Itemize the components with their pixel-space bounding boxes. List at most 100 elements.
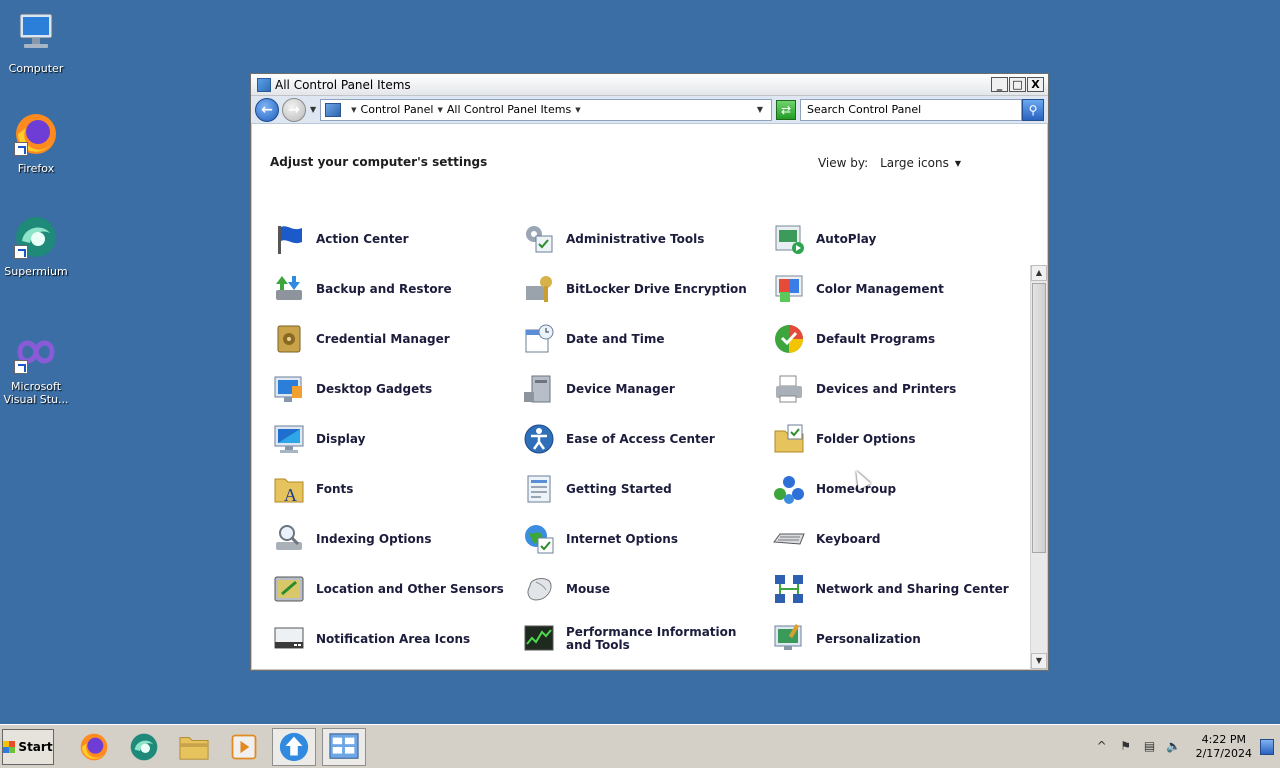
globe-icon (522, 522, 556, 556)
shortcut-arrow-icon (14, 245, 28, 259)
item-keyboard[interactable]: Keyboard (772, 519, 1012, 559)
item-label: Network and Sharing Center (816, 581, 1009, 596)
windows-logo-icon (3, 740, 16, 753)
address-history-dropdown[interactable]: ▼ (757, 105, 763, 114)
scrollbar-thumb[interactable] (1032, 283, 1046, 553)
fonts-icon: A (272, 472, 306, 506)
item-network-sharing[interactable]: Network and Sharing Center (772, 569, 1012, 609)
color-management-icon (772, 272, 806, 306)
volume-muted-icon[interactable]: 🔈 (1165, 739, 1183, 755)
chevron-down-icon[interactable]: ▼ (351, 106, 356, 114)
show-desktop-button[interactable] (1260, 738, 1274, 755)
item-label: Internet Options (566, 531, 678, 546)
scroll-down-button[interactable]: ▼ (1031, 653, 1047, 669)
item-label: Action Center (316, 231, 409, 246)
start-button[interactable]: Start (2, 728, 54, 765)
address-bar: ← → ▼ ▼ Control Panel ▼ All Control Pane… (251, 96, 1048, 124)
item-credential-manager[interactable]: Credential Manager (272, 319, 512, 359)
item-date-and-time[interactable]: Date and Time (522, 319, 762, 359)
item-bitlocker[interactable]: BitLocker Drive Encryption (522, 269, 762, 309)
item-performance-information[interactable]: Performance Information and Tools (522, 619, 762, 659)
item-default-programs[interactable]: Default Programs (772, 319, 1012, 359)
item-color-management[interactable]: Color Management (772, 269, 1012, 309)
taskbar-upload-app[interactable] (272, 727, 316, 766)
clock[interactable]: 4:22 PM 2/17/2024 (1196, 733, 1252, 761)
taskbar-supermium[interactable] (122, 728, 166, 766)
item-autoplay[interactable]: AutoPlay (772, 219, 1012, 259)
title-bar[interactable]: All Control Panel Items _ □ X (251, 74, 1048, 96)
back-button[interactable]: ← (255, 97, 279, 122)
item-homegroup[interactable]: HomeGroup (772, 469, 1012, 509)
performance-icon (522, 622, 556, 656)
item-getting-started[interactable]: Getting Started (522, 469, 762, 509)
item-desktop-gadgets[interactable]: Desktop Gadgets (272, 369, 512, 409)
taskbar-explorer[interactable] (172, 728, 216, 766)
item-mouse[interactable]: Mouse (522, 569, 762, 609)
maximize-button[interactable]: □ (1009, 77, 1026, 92)
breadcrumb-control-panel[interactable]: Control Panel (361, 103, 434, 116)
view-by-selector[interactable]: Large icons (880, 156, 949, 170)
item-ease-of-access[interactable]: Ease of Access Center (522, 419, 762, 459)
item-label: Default Programs (816, 331, 936, 346)
item-label: BitLocker Drive Encryption (566, 281, 747, 296)
shortcut-arrow-icon (14, 360, 28, 374)
default-programs-icon (772, 322, 806, 356)
desktop-icon-firefox[interactable]: Firefox (0, 110, 72, 175)
forward-button[interactable]: → (282, 97, 306, 122)
item-label: Personalization (816, 631, 921, 646)
item-backup-and-restore[interactable]: Backup and Restore (272, 269, 512, 309)
item-devices-and-printers[interactable]: Devices and Printers (772, 369, 1012, 409)
taskbar-firefox[interactable] (72, 728, 116, 766)
flag-icon[interactable]: ⚑ (1117, 739, 1135, 755)
item-label: Backup and Restore (316, 281, 452, 296)
item-notification-area-icons[interactable]: Notification Area Icons (272, 619, 512, 659)
scroll-up-button[interactable]: ▲ (1031, 265, 1047, 281)
chevron-down-icon[interactable]: ▼ (437, 106, 442, 114)
arrow-right-icon: → (288, 101, 300, 118)
vertical-scrollbar[interactable]: ▲ ▼ (1030, 265, 1047, 669)
desktop-icon-label: Computer (8, 62, 64, 75)
show-hidden-icons-button[interactable]: ^ (1093, 739, 1111, 755)
item-display[interactable]: Display (272, 419, 512, 459)
recent-pages-dropdown[interactable]: ▼ (310, 105, 316, 114)
item-folder-options[interactable]: Folder Options (772, 419, 1012, 459)
breadcrumb: ▼ Control Panel ▼ All Control Panel Item… (347, 103, 584, 116)
chevron-down-icon[interactable]: ▼ (955, 159, 961, 168)
desktop-icon-supermium[interactable]: Supermium (0, 213, 72, 278)
minimize-button[interactable]: _ (991, 77, 1008, 92)
supermium-icon (130, 733, 158, 760)
item-personalization[interactable]: Personalization (772, 619, 1012, 659)
arrow-left-icon: ← (261, 101, 273, 118)
taskbar-control-panel[interactable] (322, 727, 366, 766)
item-action-center[interactable]: Action Center (272, 219, 512, 259)
item-internet-options[interactable]: Internet Options (522, 519, 762, 559)
item-label: Display (316, 431, 366, 446)
vault-icon (272, 322, 306, 356)
item-indexing-options[interactable]: Indexing Options (272, 519, 512, 559)
address-box[interactable]: ▼ Control Panel ▼ All Control Panel Item… (320, 98, 772, 121)
item-administrative-tools[interactable]: Administrative Tools (522, 219, 762, 259)
refresh-button[interactable]: ⇄ (776, 99, 796, 120)
svg-text:A: A (284, 485, 297, 505)
search-button[interactable]: ⚲ (1022, 98, 1044, 121)
folder-icon (179, 736, 209, 760)
item-fonts[interactable]: A Fonts (272, 469, 512, 509)
item-location-sensors[interactable]: Location and Other Sensors (272, 569, 512, 609)
item-label: Credential Manager (316, 331, 450, 346)
visual-studio-icon (12, 328, 60, 376)
network-icon[interactable]: ▤ (1141, 739, 1159, 755)
item-device-manager[interactable]: Device Manager (522, 369, 762, 409)
desktop-icon-visual-studio[interactable]: Microsoft Visual Stu... (0, 328, 72, 406)
chevron-down-icon[interactable]: ▼ (575, 106, 580, 114)
close-button[interactable]: X (1027, 77, 1044, 92)
computer-icon (12, 10, 60, 58)
taskbar-media-player[interactable] (222, 728, 266, 766)
search-input[interactable]: Search Control Panel (800, 98, 1022, 121)
tools-icon (522, 222, 556, 256)
breadcrumb-all-items[interactable]: All Control Panel Items (447, 103, 571, 116)
calendar-clock-icon (522, 322, 556, 356)
system-tray: ^ ⚑ ▤ 🔈 4:22 PM 2/17/2024 (1090, 725, 1280, 768)
desktop-icon-computer[interactable]: Computer (0, 10, 72, 75)
desktop-icon-label: Microsoft Visual Stu... (3, 380, 69, 406)
firefox-icon (12, 110, 60, 158)
